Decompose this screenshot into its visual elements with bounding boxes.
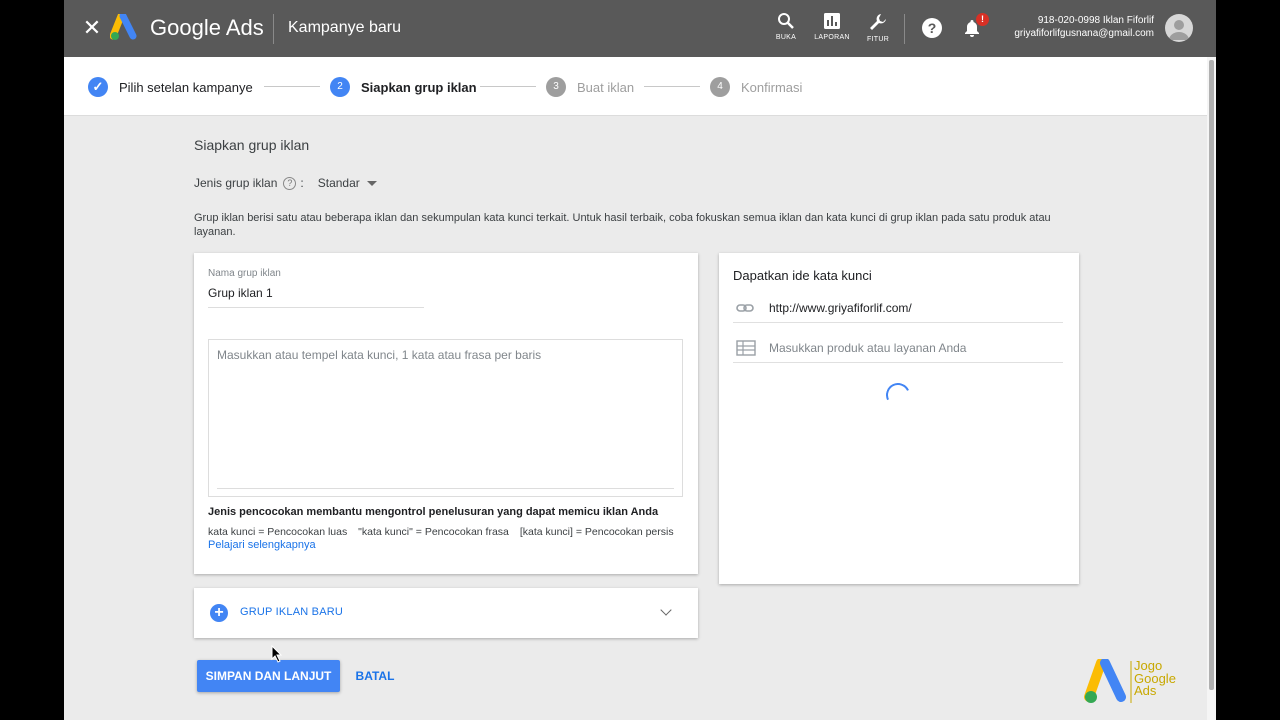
keyword-ideas-card: Dapatkan ide kata kunci http://www.griya… xyxy=(719,253,1079,584)
ad-group-name-input[interactable]: Grup iklan 1 xyxy=(208,286,424,308)
add-circle-icon: + xyxy=(210,604,228,622)
divider xyxy=(273,14,274,44)
tool-search-button[interactable]: BUKA xyxy=(762,12,810,41)
google-ads-app: ✕ Google Ads Kampanye baru BUKA LAPORAN xyxy=(64,0,1216,720)
new-ad-group-button[interactable]: + GRUP IKLAN BARU xyxy=(194,588,698,638)
new-ad-group-label: GRUP IKLAN BARU xyxy=(240,606,344,618)
ad-group-type-select[interactable]: Standar xyxy=(318,176,377,190)
section-title: Siapkan grup iklan xyxy=(194,137,310,153)
check-icon: ✓ xyxy=(88,77,108,97)
tool-tools-button[interactable]: FITUR xyxy=(854,12,902,43)
search-icon xyxy=(778,13,794,29)
step-number: 4 xyxy=(710,77,730,97)
help-icon[interactable]: ? xyxy=(283,176,297,190)
close-icon[interactable]: ✕ xyxy=(80,16,104,40)
tool-reports-button[interactable]: LAPORAN xyxy=(808,12,856,41)
chevron-down-icon[interactable] xyxy=(660,604,672,616)
tool-search-label: BUKA xyxy=(775,34,797,41)
step-create-ads[interactable]: 3 Buat iklan xyxy=(546,76,634,98)
store-icon xyxy=(736,339,756,356)
link-icon xyxy=(736,303,754,312)
step-number: 2 xyxy=(330,77,350,97)
website-url-input[interactable]: http://www.griyafiforlif.com/ xyxy=(733,293,1063,323)
page-title: Kampanye baru xyxy=(288,19,401,36)
keyword-ideas-title: Dapatkan ide kata kunci xyxy=(733,268,872,283)
mouse-cursor-icon xyxy=(271,645,283,663)
ad-group-type-label: Jenis grup iklan xyxy=(194,176,278,190)
account-email: griyafiforlifgusnana@gmail.com xyxy=(1014,28,1154,39)
ad-group-type-row: Jenis grup iklan ? : Standar xyxy=(194,176,377,190)
step-number: 3 xyxy=(546,77,566,97)
wrench-icon xyxy=(870,14,886,30)
product-service-placeholder: Masukkan produk atau layanan Anda xyxy=(769,340,967,355)
ad-group-type-value: Standar xyxy=(317,176,360,190)
step-campaign-settings[interactable]: ✓ Pilih setelan kampanye xyxy=(88,76,253,98)
type-colon: : xyxy=(300,176,304,190)
step-ad-group[interactable]: 2 Siapkan grup iklan xyxy=(330,76,477,98)
tool-tools-label: FITUR xyxy=(866,36,890,43)
scrollbar-thumb[interactable] xyxy=(1209,60,1214,690)
learn-more-link[interactable]: Pelajari selengkapnya xyxy=(208,539,316,551)
loading-spinner-icon xyxy=(882,379,914,411)
divider xyxy=(904,14,905,44)
help-icon[interactable]: ? xyxy=(922,18,942,38)
step-label: Pilih setelan kampanye xyxy=(119,79,253,95)
match-phrase: "kata kunci" = Pencocokan frasa xyxy=(358,526,509,538)
caret-down-icon xyxy=(366,180,377,186)
keywords-textarea[interactable]: Masukkan atau tempel kata kunci, 1 kata … xyxy=(208,339,683,497)
match-type-title: Jenis pencocokan membantu mengontrol pen… xyxy=(208,506,659,518)
product-service-input[interactable]: Masukkan produk atau layanan Anda xyxy=(733,333,1063,363)
step-confirmation[interactable]: 4 Konfirmasi xyxy=(710,76,802,98)
match-broad: kata kunci = Pencocokan luas xyxy=(208,526,348,538)
google-ads-logo xyxy=(110,14,137,40)
notification-badge: ! xyxy=(976,13,989,26)
watermark-text: Jogo Google Ads xyxy=(1134,659,1176,698)
watermark-line: Ads xyxy=(1134,683,1157,698)
tool-reports-label: LAPORAN xyxy=(814,34,850,41)
user-icon xyxy=(1169,20,1189,40)
ad-group-name-label: Nama grup iklan xyxy=(208,268,281,279)
cancel-button[interactable]: BATAL xyxy=(350,660,400,692)
section-description: Grup iklan berisi satu atau beberapa ikl… xyxy=(194,212,1051,238)
bar-chart-icon xyxy=(824,13,840,29)
account-id: 918-020-0998 Iklan Fiforlif xyxy=(1037,15,1154,26)
ad-group-card: Nama grup iklan Grup iklan 1 Masukkan at… xyxy=(194,253,698,574)
website-url-value: http://www.griyafiforlif.com/ xyxy=(769,300,912,315)
match-type-legend: kata kunci = Pencocokan luas "kata kunci… xyxy=(208,526,682,538)
divider xyxy=(217,488,674,489)
step-label: Siapkan grup iklan xyxy=(361,79,477,95)
step-label: Konfirmasi xyxy=(741,79,803,95)
step-connector xyxy=(264,86,320,87)
top-bar: ✕ Google Ads Kampanye baru BUKA LAPORAN xyxy=(64,0,1216,57)
brand-name: Google Ads xyxy=(150,15,264,40)
campaign-stepper: ✓ Pilih setelan kampanye 2 Siapkan grup … xyxy=(64,57,1207,116)
save-and-continue-button[interactable]: SIMPAN DAN LANJUT xyxy=(197,660,340,692)
step-connector xyxy=(480,86,536,87)
step-label: Buat iklan xyxy=(577,79,635,95)
match-exact: [kata kunci] = Pencocokan persis xyxy=(519,526,674,538)
keywords-placeholder: Masukkan atau tempel kata kunci, 1 kata … xyxy=(217,348,542,362)
avatar[interactable] xyxy=(1165,14,1193,42)
step-connector xyxy=(644,86,700,87)
